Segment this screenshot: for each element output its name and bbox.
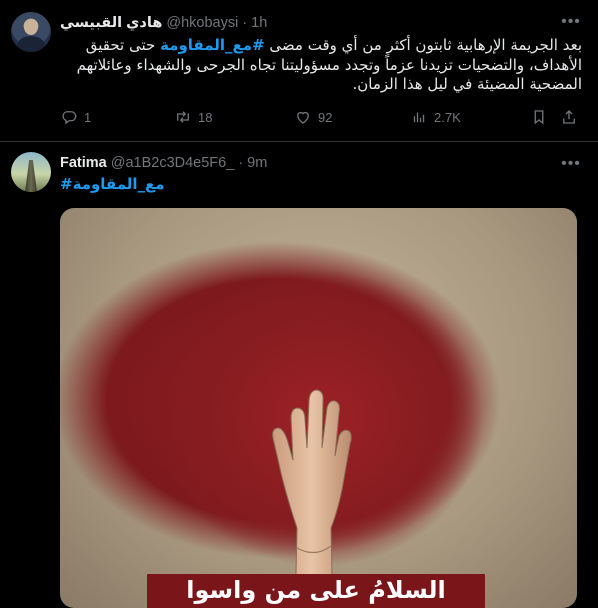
action-bar: 1 18 92 2.7K [60, 108, 582, 128]
avatar-head [24, 19, 38, 35]
reply-icon [62, 111, 77, 125]
share-button[interactable] [560, 108, 578, 126]
display-name[interactable]: Fatima [60, 155, 107, 171]
tweet-header: هادي القبيسي @hkobaysi · 1h [60, 13, 558, 33]
timestamp[interactable]: 1h [251, 15, 267, 31]
reply-button[interactable]: 1 [60, 108, 91, 126]
hashtag-link[interactable]: #مع_المقاومة [160, 36, 265, 54]
user-handle[interactable]: @a1B2c3D4e5F6_ [111, 155, 235, 171]
avatar-tower [25, 160, 37, 192]
tweet[interactable]: هادي القبيسي @hkobaysi · 1h ••• بعد الجر… [0, 0, 598, 142]
tweet-text-before: بعد الجريمة الإرهابية ثابتون أكثر من أي … [264, 36, 582, 54]
repost-count: 18 [198, 109, 213, 125]
user-handle[interactable]: @hkobaysi [166, 15, 238, 31]
separator: · [242, 15, 248, 31]
bookmark-icon [534, 110, 544, 125]
like-button[interactable]: 92 [294, 108, 332, 126]
tweet-header: Fatima @a1B2c3D4e5F6_ · 9m [60, 153, 558, 173]
avatar[interactable] [11, 152, 51, 192]
display-name[interactable]: هادي القبيسي [60, 15, 162, 31]
like-count: 92 [318, 109, 333, 125]
avatar[interactable] [11, 12, 51, 52]
timestamp[interactable]: 9m [247, 155, 267, 171]
tweet[interactable]: Fatima @a1B2c3D4e5F6_ · 9m ••• #مع_المقا… [0, 142, 598, 608]
reply-count: 1 [84, 109, 92, 125]
bookmark-button[interactable] [530, 108, 548, 126]
tweet-text: بعد الجريمة الإرهابية ثابتون أكثر من أي … [60, 36, 582, 95]
avatar-figure [17, 36, 45, 52]
separator: · [238, 155, 244, 171]
hashtag-link[interactable]: #مع_المقاومة [60, 175, 165, 193]
more-icon[interactable]: ••• [561, 12, 581, 32]
tweet-media-image[interactable]: السلامُ على من واسوا كفوفَ [60, 208, 577, 608]
share-icon [563, 110, 575, 124]
repost-icon [177, 111, 189, 123]
view-count: 2.7K [434, 109, 461, 125]
repost-button[interactable]: 18 [174, 108, 212, 126]
heart-icon [297, 111, 309, 124]
views-button[interactable]: 2.7K [410, 108, 461, 126]
views-icon [413, 112, 425, 123]
more-icon[interactable]: ••• [561, 154, 581, 174]
tweet-text: #مع_المقاومة [60, 175, 165, 197]
media-caption: السلامُ على من واسوا كفوفَ [186, 576, 446, 604]
